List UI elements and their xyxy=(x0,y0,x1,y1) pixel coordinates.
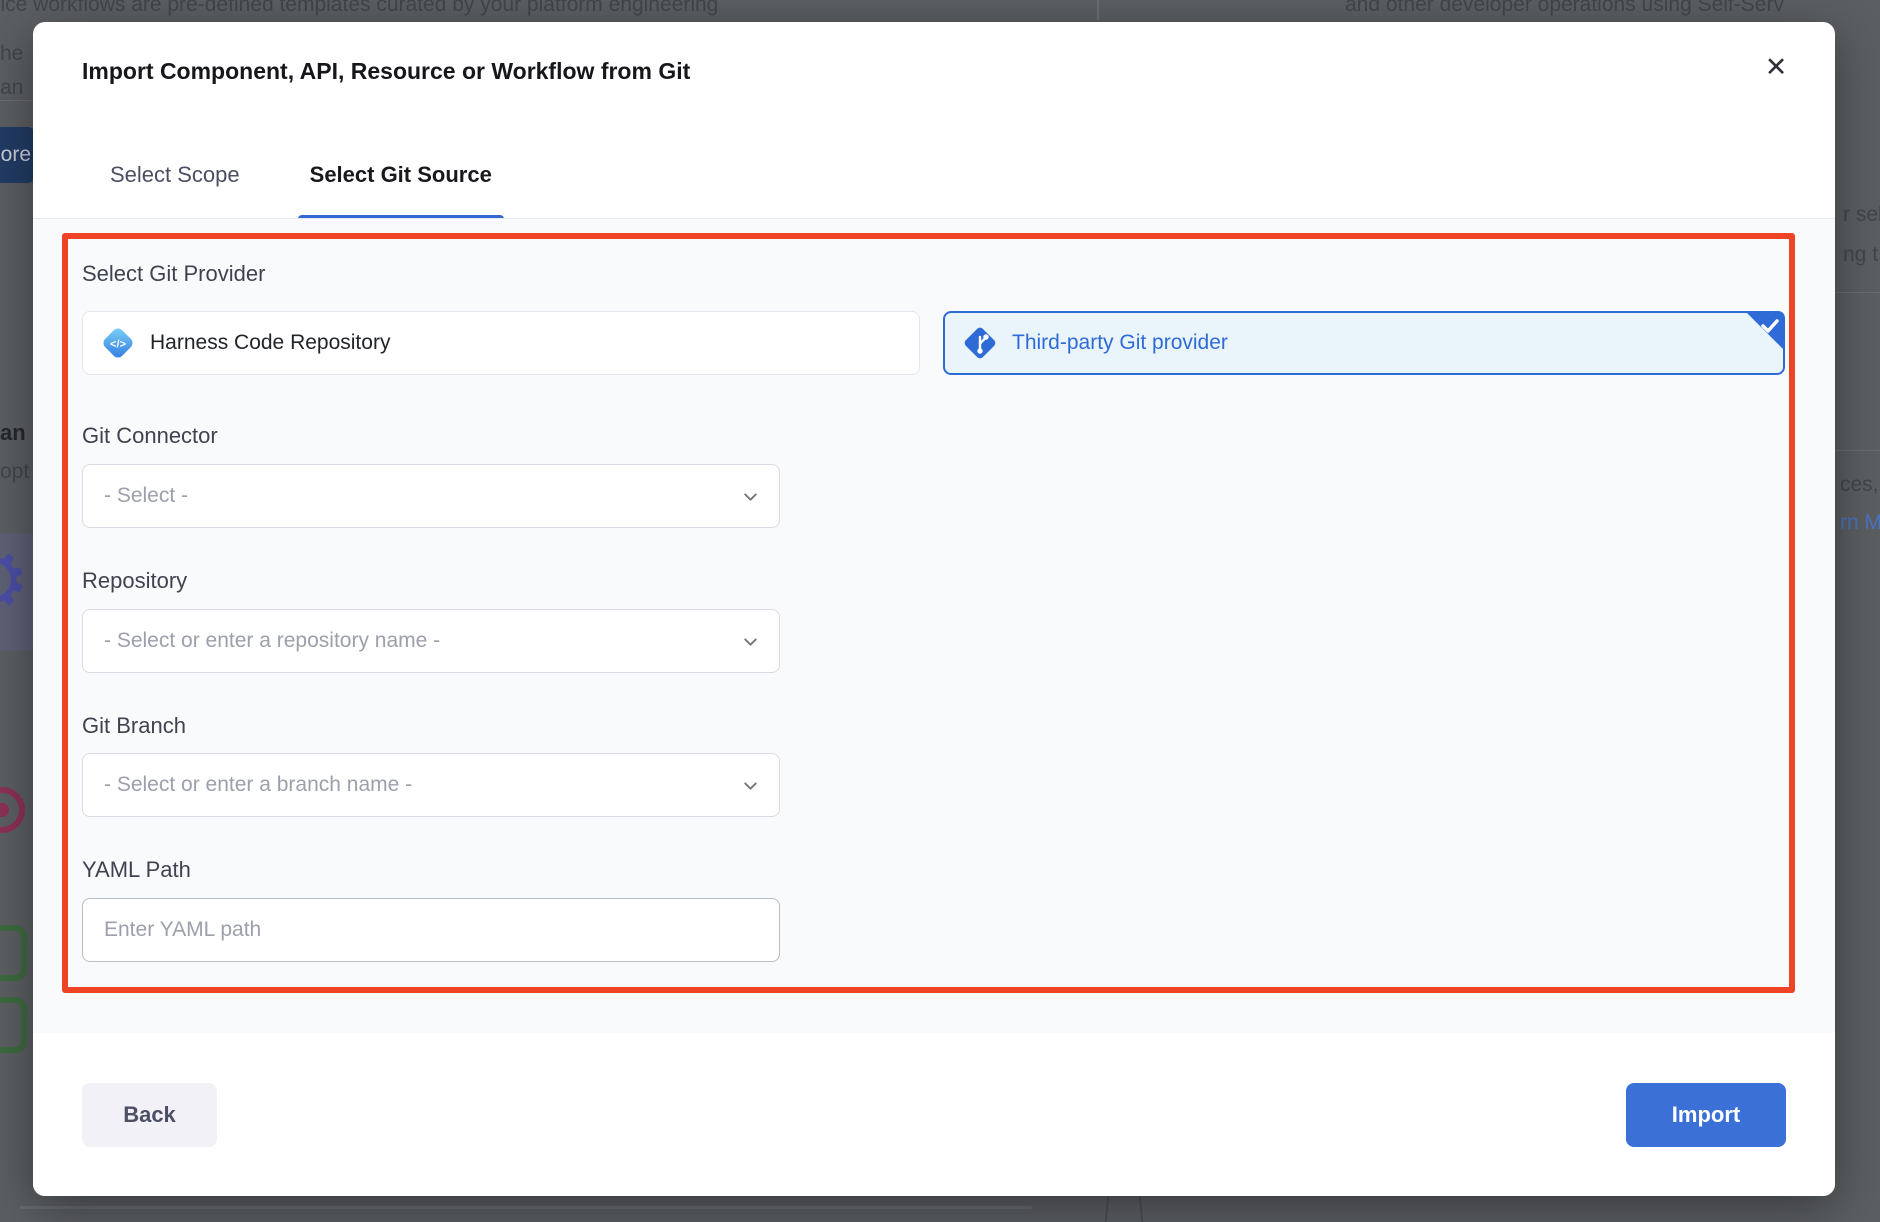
git-connector-select[interactable] xyxy=(82,464,780,528)
modal-footer: Back Import xyxy=(33,1033,1835,1196)
backdrop-line xyxy=(0,100,33,101)
modal-tabs: Select Scope Select Git Source xyxy=(98,162,504,220)
git-branch-input[interactable] xyxy=(83,754,779,816)
backdrop-text-top-left: vice workflows are pre-defined templates… xyxy=(0,0,718,17)
backdrop-line xyxy=(1139,1196,1144,1222)
gear-icon: ⚙ xyxy=(0,533,34,651)
backdrop-fragment: an xyxy=(0,76,23,100)
target-icon xyxy=(0,778,33,848)
repository-select[interactable] xyxy=(82,609,780,673)
backdrop-link-fragment: rn M xyxy=(1840,511,1880,535)
backdrop-divider xyxy=(1097,0,1099,20)
stack-icon xyxy=(0,922,30,1062)
git-icon xyxy=(961,324,999,362)
git-connector-label: Git Connector xyxy=(82,423,218,449)
modal-content: Select Git Provider </> Harness Code Re xyxy=(33,218,1835,1033)
git-connector-input[interactable] xyxy=(83,465,779,527)
svg-text:</>: </> xyxy=(110,339,126,351)
backdrop-fragment: ces, xyxy=(1840,473,1879,497)
tab-select-git-source[interactable]: Select Git Source xyxy=(298,162,504,220)
backdrop-text-top-right: and other developer operations using Sel… xyxy=(1345,0,1784,17)
repository-input[interactable] xyxy=(83,610,779,672)
harness-code-icon: </> xyxy=(99,324,137,362)
chevron-down-icon xyxy=(742,777,759,799)
backdrop-line xyxy=(1835,292,1880,293)
provider-card-third-party-git[interactable]: Third-party Git provider xyxy=(943,311,1785,375)
backdrop-fragment: ng t xyxy=(1843,243,1878,267)
backdrop-fragment: an xyxy=(0,420,26,446)
close-icon[interactable]: ✕ xyxy=(1759,50,1793,84)
yaml-path-input[interactable] xyxy=(83,899,779,961)
check-icon xyxy=(1737,311,1785,365)
highlight-rectangle: Select Git Provider </> Harness Code Re xyxy=(62,233,1795,993)
backdrop-line xyxy=(1835,450,1880,451)
git-branch-label: Git Branch xyxy=(82,713,186,739)
backdrop-line xyxy=(20,1206,1032,1209)
import-from-git-modal: Import Component, API, Resource or Workf… xyxy=(33,22,1835,1196)
provider-card-label: Harness Code Repository xyxy=(150,331,390,355)
yaml-path-field[interactable] xyxy=(82,898,780,962)
import-button[interactable]: Import xyxy=(1626,1083,1786,1147)
modal-title: Import Component, API, Resource or Workf… xyxy=(82,58,690,85)
back-button[interactable]: Back xyxy=(82,1083,217,1147)
backdrop-button-fragment: ore xyxy=(0,127,34,183)
backdrop-fragment: opt xyxy=(0,460,29,484)
provider-card-label: Third-party Git provider xyxy=(1012,331,1228,355)
git-provider-label: Select Git Provider xyxy=(82,261,265,287)
chevron-down-icon xyxy=(742,488,759,510)
provider-card-harness-code[interactable]: </> Harness Code Repository xyxy=(82,311,920,375)
chevron-down-icon xyxy=(742,633,759,655)
git-branch-select[interactable] xyxy=(82,753,780,817)
tab-select-scope[interactable]: Select Scope xyxy=(98,162,252,220)
backdrop-fragment: he xyxy=(0,42,23,66)
repository-label: Repository xyxy=(82,568,187,594)
yaml-path-label: YAML Path xyxy=(82,857,191,883)
backdrop-line xyxy=(1105,1196,1110,1222)
backdrop-fragment: r sel xyxy=(1843,203,1880,227)
